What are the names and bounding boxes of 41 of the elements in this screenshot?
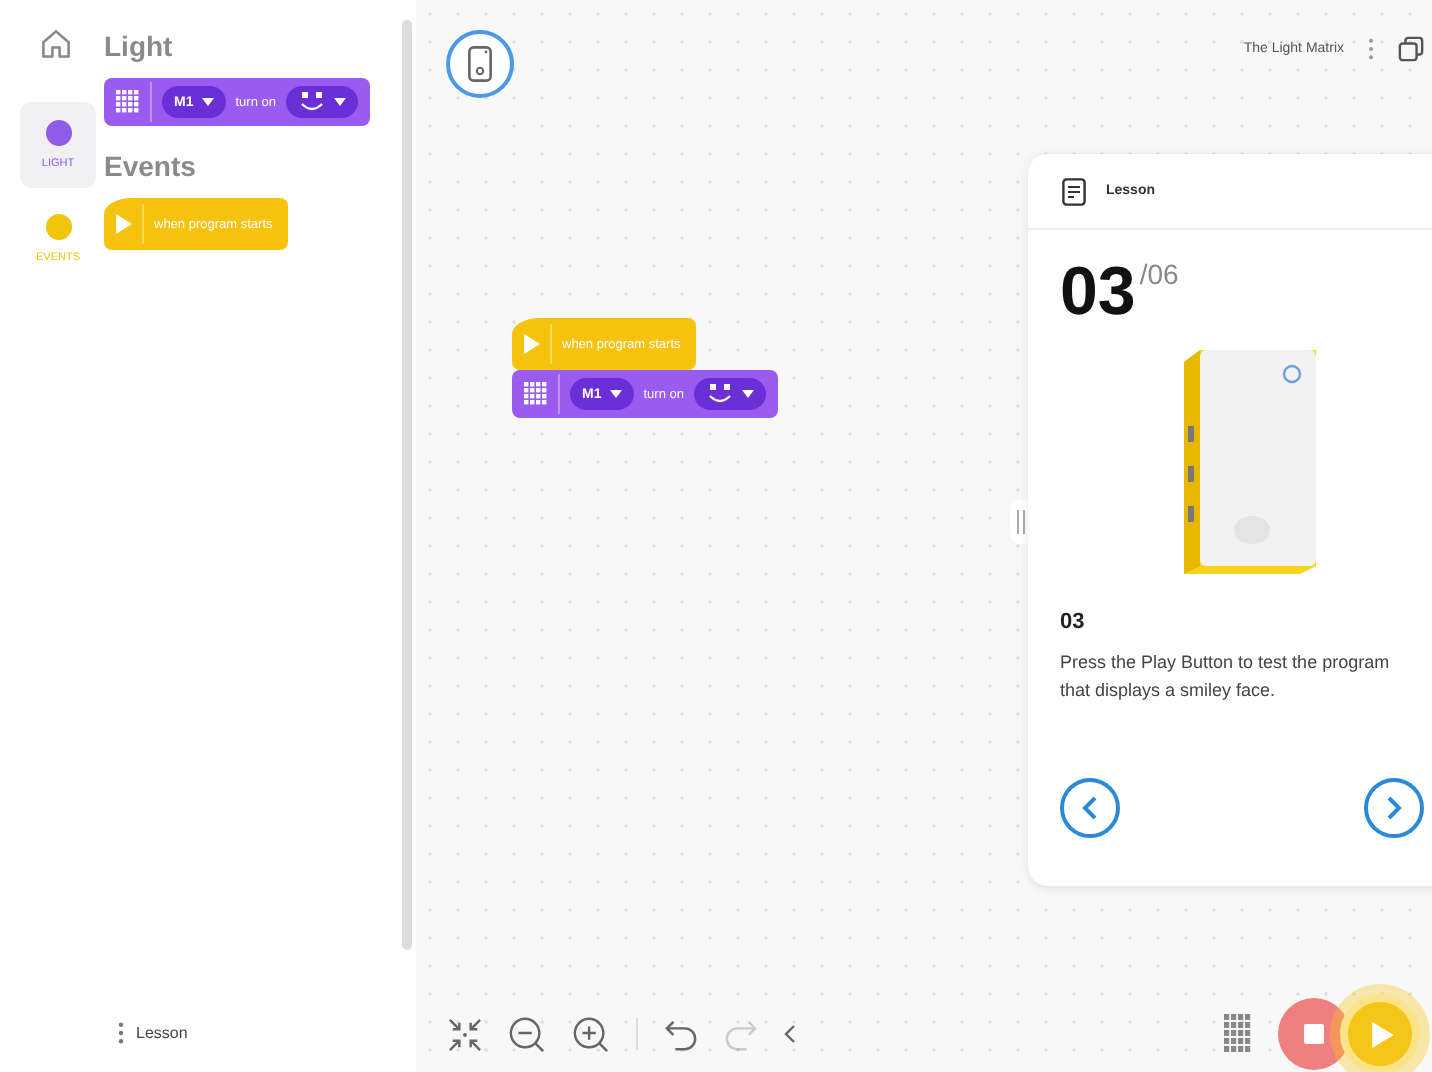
stop-icon <box>1304 1024 1324 1044</box>
more-icon[interactable] <box>118 1021 124 1043</box>
grid-icon <box>116 90 140 114</box>
phone-icon <box>468 46 492 82</box>
undo-icon[interactable] <box>664 1017 698 1051</box>
grid-icon <box>524 382 548 406</box>
step-heading: 03 <box>1060 610 1087 634</box>
play-icon <box>524 334 540 354</box>
chevron-right-icon <box>1386 796 1402 820</box>
lesson-link[interactable]: Lesson <box>136 1023 188 1041</box>
grip-icon <box>1015 510 1025 534</box>
matrix-icon[interactable] <box>1224 1014 1252 1054</box>
smiley-face-icon <box>297 92 326 112</box>
play-icon <box>116 214 132 234</box>
more-icon[interactable] <box>1368 38 1374 60</box>
previous-button[interactable] <box>1060 778 1120 838</box>
zoom-in-icon[interactable] <box>572 1015 610 1053</box>
device-button[interactable] <box>446 30 514 98</box>
face-dropdown[interactable] <box>285 86 358 118</box>
next-button[interactable] <box>1364 778 1424 838</box>
play-icon <box>1372 1021 1394 1047</box>
chevron-left-icon[interactable] <box>784 1024 796 1044</box>
caret-icon <box>201 98 214 106</box>
smiley-face-icon <box>705 384 734 404</box>
chevron-left-icon <box>1082 796 1098 820</box>
step-total: /06 <box>1139 258 1179 290</box>
section-heading: Events <box>104 150 198 182</box>
caret-icon <box>741 390 754 398</box>
windows-icon[interactable] <box>1398 36 1424 62</box>
section-heading: Light <box>104 30 175 62</box>
collapse-icon[interactable] <box>448 1017 482 1051</box>
stop-button[interactable] <box>1278 998 1350 1070</box>
caret-icon <box>333 98 346 106</box>
panel-handle[interactable] <box>1010 500 1030 544</box>
lesson-text: Press the Play Button to test the program that displays a smiley face. <box>1060 650 1392 704</box>
home-icon[interactable] <box>38 26 74 62</box>
caret-icon <box>609 390 622 398</box>
step-number: 03 <box>1060 258 1136 326</box>
zoom-out-icon[interactable] <box>508 1015 546 1053</box>
face-dropdown[interactable] <box>693 378 766 410</box>
document-icon <box>1062 177 1086 205</box>
